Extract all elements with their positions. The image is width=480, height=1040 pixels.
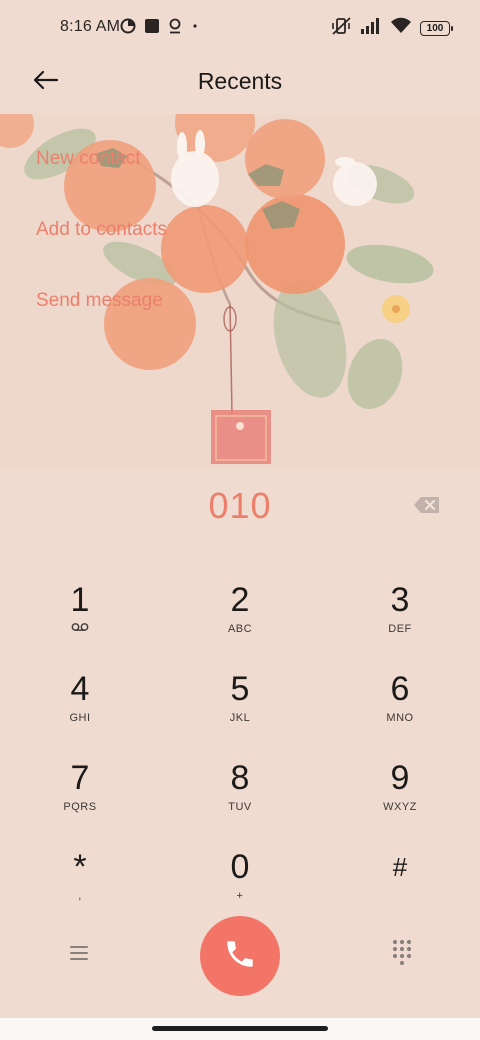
key-star[interactable]: * , <box>20 847 140 923</box>
key-letters: WXYZ <box>383 801 417 813</box>
app-header: Recents <box>0 56 480 114</box>
key-7[interactable]: 7 PQRS <box>20 758 140 834</box>
square-app-icon <box>144 18 160 39</box>
key-0[interactable]: 0 + <box>180 847 300 923</box>
key-digit: # <box>392 852 408 882</box>
key-digit: 8 <box>230 759 250 797</box>
key-digit: * <box>73 848 87 886</box>
key-letters: JKL <box>229 712 251 724</box>
system-nav-bar <box>0 1018 480 1040</box>
dialpad-toggle-button[interactable] <box>388 939 416 970</box>
key-letters: ABC <box>227 623 253 635</box>
home-indicator[interactable] <box>152 1026 328 1031</box>
status-bar: 8:16 AM 100 <box>0 0 480 56</box>
dialpad-icon <box>392 939 412 970</box>
key-digit: 5 <box>230 670 250 708</box>
status-left-icons <box>120 18 200 38</box>
backspace-button[interactable] <box>412 496 442 518</box>
signal-icon <box>360 17 382 40</box>
key-digit: 7 <box>70 759 90 797</box>
key-letters: PQRS <box>63 801 97 813</box>
key-digit: 4 <box>70 670 90 708</box>
key-digit: 6 <box>390 670 410 708</box>
key-digit: 1 <box>70 581 90 619</box>
key-letters: GHI <box>69 712 91 724</box>
key-3[interactable]: 3 DEF <box>340 580 460 656</box>
menu-icon <box>69 945 89 966</box>
dialed-number: 010 <box>208 485 272 526</box>
new-contact-action[interactable]: New contact <box>36 148 141 170</box>
key-digit: 9 <box>390 759 410 797</box>
call-button[interactable] <box>200 916 280 996</box>
wifi-icon <box>390 17 412 40</box>
key-letters: TUV <box>228 801 252 813</box>
key-hash[interactable]: # <box>340 847 460 923</box>
menu-button[interactable] <box>64 942 94 968</box>
key-2[interactable]: 2 ABC <box>180 580 300 656</box>
key-9[interactable]: 9 WXYZ <box>340 758 460 834</box>
voicemail-icon <box>20 622 140 636</box>
battery-icon: 100 <box>420 20 453 36</box>
page-title: Recents <box>197 68 283 94</box>
status-right-icons: 100 <box>330 16 453 41</box>
key-6[interactable]: 6 MNO <box>340 669 460 745</box>
key-digit: 3 <box>390 581 410 619</box>
status-time: 8:16 AM <box>60 18 121 35</box>
backspace-icon <box>413 496 441 519</box>
key-digit: 2 <box>230 581 250 619</box>
phone-icon <box>223 937 257 976</box>
key-digit: 0 <box>230 848 250 886</box>
key-5[interactable]: 5 JKL <box>180 669 300 745</box>
key-letters: DEF <box>388 623 412 635</box>
key-8[interactable]: 8 TUV <box>180 758 300 834</box>
data-saver-icon <box>120 18 136 39</box>
key-4[interactable]: 4 GHI <box>20 669 140 745</box>
key-1[interactable]: 1 <box>20 580 140 656</box>
add-to-contacts-action[interactable]: Add to contacts <box>36 219 167 241</box>
send-message-action[interactable]: Send message <box>36 290 163 312</box>
key-letters: MNO <box>386 712 414 724</box>
location-pin-icon <box>168 18 182 39</box>
vibrate-off-icon <box>330 16 352 41</box>
key-letters: + <box>236 890 244 902</box>
key-letters: , <box>78 890 82 902</box>
dot-icon <box>190 18 200 39</box>
